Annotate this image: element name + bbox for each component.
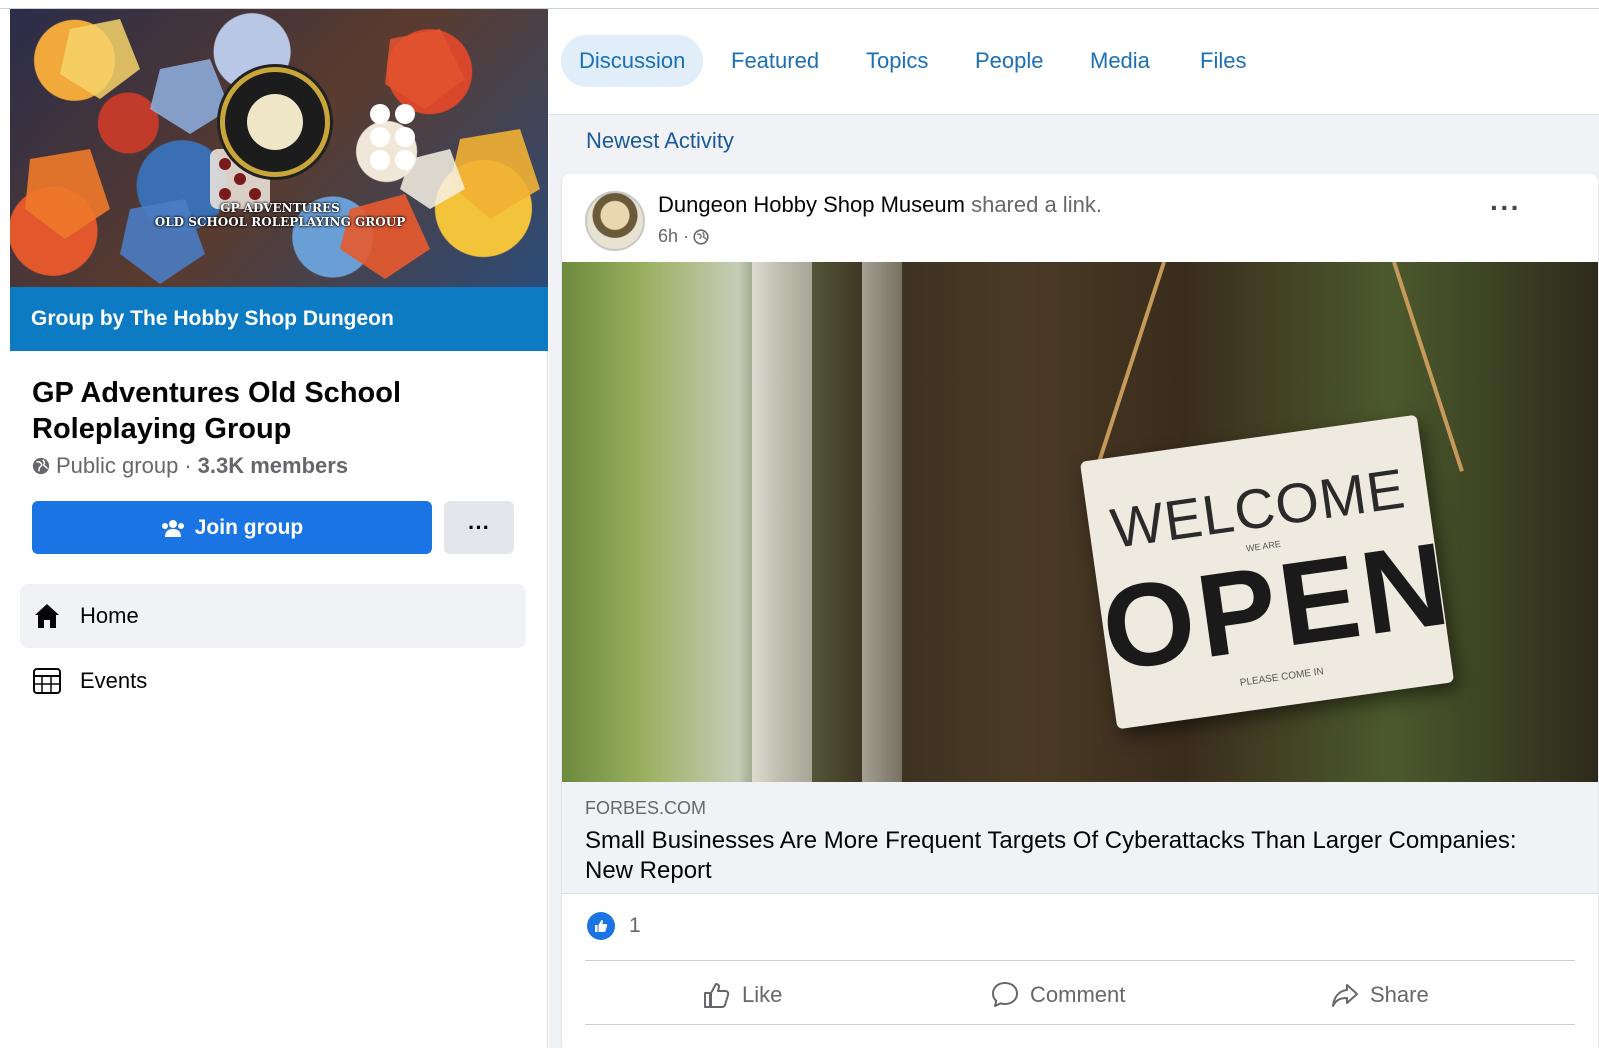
group-sidebar: GP ADVENTURES OLD SCHOOL ROLEPLAYING GRO… bbox=[10, 9, 548, 1048]
link-preview-image[interactable]: WELCOME WE ARE OPEN PLEASE COME IN i bbox=[562, 262, 1598, 782]
meta-separator: · bbox=[184, 453, 192, 478]
tab-topics[interactable]: Topics bbox=[848, 35, 946, 87]
home-icon bbox=[35, 604, 59, 628]
join-group-button[interactable]: Join group bbox=[32, 501, 432, 554]
cover-caption: GP ADVENTURES OLD SCHOOL ROLEPLAYING GRO… bbox=[140, 201, 420, 229]
comment-icon bbox=[992, 982, 1018, 1007]
reactions-summary[interactable]: 1 bbox=[587, 912, 641, 940]
image-sign-string-left bbox=[1094, 262, 1166, 472]
post-timestamp: 6h · bbox=[658, 226, 709, 247]
sidebar-item-home[interactable]: Home bbox=[20, 584, 526, 648]
join-group-label: Join group bbox=[194, 515, 304, 539]
reactions-divider bbox=[585, 960, 1575, 961]
group-more-button[interactable]: ··· bbox=[444, 501, 514, 554]
sidebar-item-home-label: Home bbox=[80, 603, 139, 628]
post-header-line: Dungeon Hobby Shop Museum shared a link. bbox=[658, 192, 1102, 218]
group-title: GP Adventures Old School Roleplaying Gro… bbox=[32, 377, 402, 445]
group-tabs: Discussion Featured Topics People Media … bbox=[549, 9, 1599, 115]
image-open-sign: WELCOME WE ARE OPEN PLEASE COME IN bbox=[1079, 414, 1460, 730]
author-avatar[interactable] bbox=[585, 191, 645, 251]
post-options-button[interactable]: ··· bbox=[1490, 192, 1521, 224]
post-time-link[interactable]: 6h · bbox=[658, 226, 689, 247]
like-reaction-icon bbox=[587, 912, 615, 940]
link-preview-card[interactable]: FORBES.COM Small Businesses Are More Fre… bbox=[562, 782, 1598, 894]
like-button[interactable]: Like bbox=[702, 970, 782, 1020]
sidebar-item-events[interactable]: Events bbox=[20, 649, 526, 713]
image-door-frame-2 bbox=[862, 262, 902, 782]
share-button[interactable]: Share bbox=[1330, 970, 1429, 1020]
tab-people[interactable]: People bbox=[957, 35, 1062, 87]
cover-caption-line1: GP ADVENTURES bbox=[220, 201, 340, 215]
sort-newest-activity[interactable]: Newest Activity bbox=[586, 128, 734, 154]
link-domain: FORBES.COM bbox=[585, 798, 707, 818]
group-emblem-logo bbox=[220, 67, 330, 177]
post-action-text: shared a link. bbox=[964, 192, 1102, 217]
tab-featured[interactable]: Featured bbox=[713, 35, 837, 87]
image-door-frame bbox=[752, 262, 812, 782]
feed-post: Dungeon Hobby Shop Museum shared a link.… bbox=[562, 174, 1598, 1048]
group-meta: Public group · 3.3K members bbox=[32, 453, 348, 479]
calendar-icon bbox=[33, 668, 61, 694]
author-name-link[interactable]: Dungeon Hobby Shop Museum bbox=[658, 192, 965, 217]
tab-media[interactable]: Media bbox=[1072, 35, 1168, 87]
group-main: Discussion Featured Topics People Media … bbox=[549, 9, 1599, 1048]
share-icon bbox=[1332, 984, 1358, 1007]
sidebar-item-events-label: Events bbox=[80, 668, 148, 693]
like-button-label: Like bbox=[742, 982, 783, 1007]
comment-button-label: Comment bbox=[1030, 982, 1126, 1007]
comment-button[interactable]: Comment bbox=[990, 970, 1125, 1020]
group-owner-banner[interactable]: Group by The Hobby Shop Dungeon bbox=[10, 287, 548, 351]
link-title: Small Businesses Are More Frequent Targe… bbox=[585, 827, 1517, 884]
actions-divider bbox=[585, 1024, 1575, 1025]
tab-files[interactable]: Files bbox=[1182, 35, 1264, 87]
cover-caption-line2: OLD SCHOOL ROLEPLAYING GROUP bbox=[154, 215, 406, 229]
like-count: 1 bbox=[629, 914, 641, 937]
share-button-label: Share bbox=[1370, 982, 1429, 1007]
thumbs-up-icon bbox=[704, 983, 730, 1008]
members-count-link[interactable]: 3.3K members bbox=[198, 453, 348, 479]
globe-icon bbox=[693, 228, 709, 245]
people-icon bbox=[161, 519, 184, 537]
book-icon bbox=[247, 94, 303, 150]
group-cover-photo[interactable]: GP ADVENTURES OLD SCHOOL ROLEPLAYING GRO… bbox=[10, 9, 548, 294]
tab-discussion[interactable]: Discussion bbox=[561, 35, 704, 87]
privacy-label: Public group bbox=[56, 453, 179, 478]
globe-icon bbox=[32, 457, 50, 475]
